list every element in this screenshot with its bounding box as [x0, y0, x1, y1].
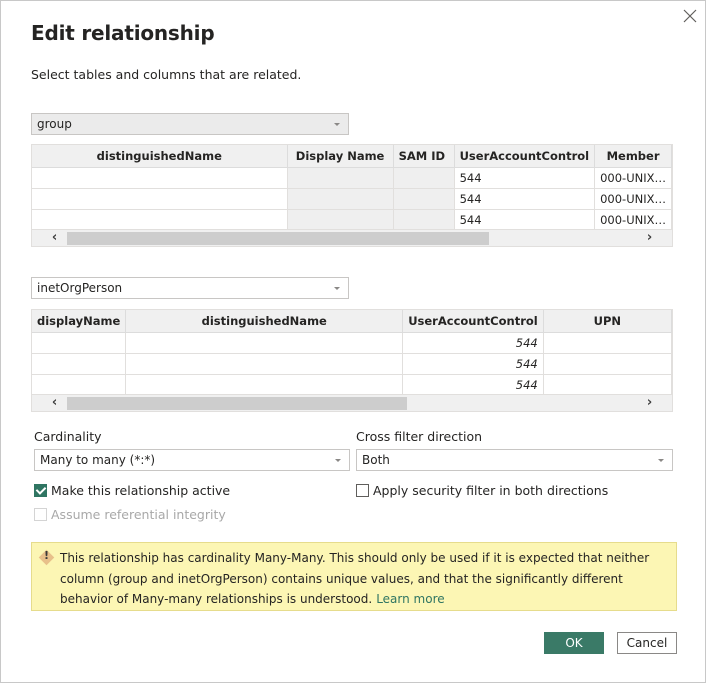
table1-header-row: distinguishedName Display Name SAM ID Us…	[32, 145, 672, 168]
table-cell	[543, 374, 672, 396]
table-cell: 544	[402, 332, 544, 354]
table2-preview-grid: displayName distinguishedName UserAccoun…	[31, 309, 673, 412]
chevron-down-icon	[334, 123, 340, 126]
cancel-button[interactable]: Cancel	[617, 632, 677, 654]
table1-column-header[interactable]: Display Name	[287, 145, 394, 168]
table-cell: 544	[454, 188, 596, 210]
referential-integrity-checkbox[interactable]	[34, 508, 47, 521]
table-cell	[287, 167, 394, 189]
table2-horizontal-scrollbar[interactable]: ‹ ›	[32, 394, 672, 411]
table-cell	[393, 209, 455, 231]
edit-relationship-dialog: Edit relationship Select tables and colu…	[0, 0, 706, 683]
chevron-down-icon	[334, 287, 340, 290]
table1-column-header[interactable]: SAM ID	[393, 145, 455, 168]
table-cell	[32, 188, 288, 210]
chevron-right-icon[interactable]: ›	[641, 395, 658, 411]
table-row: 544	[32, 353, 672, 375]
table-cell	[32, 332, 127, 354]
learn-more-link[interactable]: Learn more	[376, 592, 444, 606]
table-cell: 000-UNIX…	[594, 167, 672, 189]
table-cell: 544	[402, 374, 544, 396]
table-row: 544	[32, 374, 672, 396]
chevron-down-icon	[335, 459, 341, 462]
table-cell	[287, 188, 394, 210]
table-cell: 000-UNIX…	[594, 188, 672, 210]
table-cell	[543, 353, 672, 375]
close-icon[interactable]	[681, 7, 699, 25]
chevron-left-icon[interactable]: ‹	[46, 395, 63, 411]
table2-select-value: inetOrgPerson	[37, 281, 123, 295]
chevron-down-icon	[658, 459, 664, 462]
cardinality-select-value: Many to many (*:*)	[40, 453, 156, 467]
security-filter-label[interactable]: Apply security filter in both directions	[373, 483, 608, 498]
warning-message: This relationship has cardinality Many-M…	[60, 551, 650, 606]
scrollbar-thumb[interactable]	[67, 232, 489, 245]
warning-icon-mark: !	[43, 549, 50, 562]
table1-select[interactable]: group	[31, 113, 349, 135]
table-cell	[125, 332, 404, 354]
chevron-left-icon[interactable]: ‹	[46, 230, 63, 246]
table2-column-header[interactable]: UserAccountControl	[402, 310, 544, 333]
cross-filter-select[interactable]: Both	[356, 449, 673, 471]
table-cell	[32, 209, 288, 231]
table-cell	[125, 374, 404, 396]
table-row: 544	[32, 332, 672, 354]
cardinality-label: Cardinality	[34, 429, 102, 444]
table-cell	[32, 353, 127, 375]
table-cell	[32, 167, 288, 189]
table2-column-header[interactable]: distinguishedName	[125, 310, 404, 333]
cross-filter-select-value: Both	[362, 453, 390, 467]
cardinality-select[interactable]: Many to many (*:*)	[34, 449, 350, 471]
table1-column-header[interactable]: distinguishedName	[32, 145, 288, 168]
make-active-checkbox[interactable]	[34, 484, 47, 497]
table-cell	[543, 332, 672, 354]
table-cell	[32, 374, 127, 396]
table-row: 544 000-UNIX…	[32, 188, 672, 210]
warning-banner: ! This relationship has cardinality Many…	[31, 542, 677, 611]
dialog-title: Edit relationship	[31, 21, 215, 45]
table-cell	[393, 167, 455, 189]
chevron-right-icon[interactable]: ›	[641, 230, 658, 246]
table2-column-header[interactable]: UPN	[543, 310, 672, 333]
warning-text: This relationship has cardinality Many-M…	[60, 548, 670, 610]
table-cell: 544	[454, 209, 596, 231]
table-cell	[287, 209, 394, 231]
table-cell	[393, 188, 455, 210]
table1-column-header[interactable]: UserAccountControl	[454, 145, 596, 168]
dialog-subtitle: Select tables and columns that are relat…	[31, 67, 302, 82]
table1-preview-grid: distinguishedName Display Name SAM ID Us…	[31, 144, 673, 247]
table1-column-header[interactable]: Member	[594, 145, 672, 168]
table1-select-value: group	[37, 117, 72, 131]
table-cell: 000-UNIX…	[594, 209, 672, 231]
table2-select[interactable]: inetOrgPerson	[31, 277, 349, 299]
table2-column-header[interactable]: displayName	[32, 310, 127, 333]
table2-header-row: displayName distinguishedName UserAccoun…	[32, 310, 672, 333]
table-row: 544 000-UNIX…	[32, 167, 672, 189]
ok-button[interactable]: OK	[544, 632, 604, 654]
table-cell: 544	[454, 167, 596, 189]
cross-filter-label: Cross filter direction	[356, 429, 483, 444]
security-filter-checkbox[interactable]	[356, 484, 369, 497]
table-cell: 544	[402, 353, 544, 375]
table-row: 544 000-UNIX…	[32, 209, 672, 231]
make-active-label[interactable]: Make this relationship active	[51, 483, 230, 498]
referential-integrity-label: Assume referential integrity	[51, 507, 226, 522]
table-cell	[125, 353, 404, 375]
table1-horizontal-scrollbar[interactable]: ‹ ›	[32, 229, 672, 246]
scrollbar-thumb[interactable]	[67, 397, 407, 410]
